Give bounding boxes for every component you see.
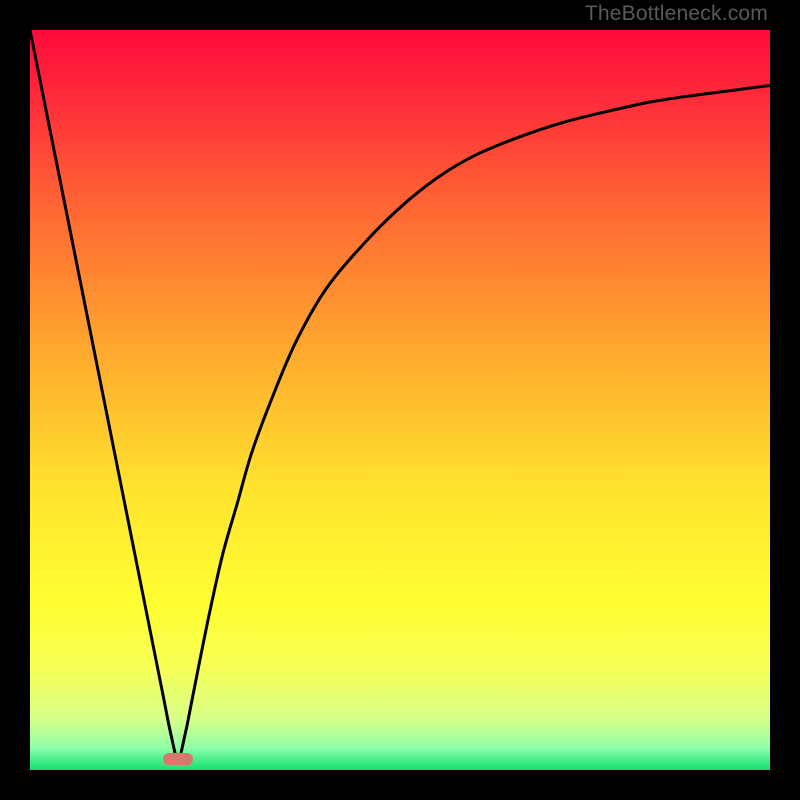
plot-area (30, 30, 770, 770)
watermark-text: TheBottleneck.com (585, 2, 768, 26)
optimum-marker (163, 753, 193, 765)
bottleneck-curve (30, 30, 770, 770)
chart-frame: TheBottleneck.com (0, 0, 800, 800)
